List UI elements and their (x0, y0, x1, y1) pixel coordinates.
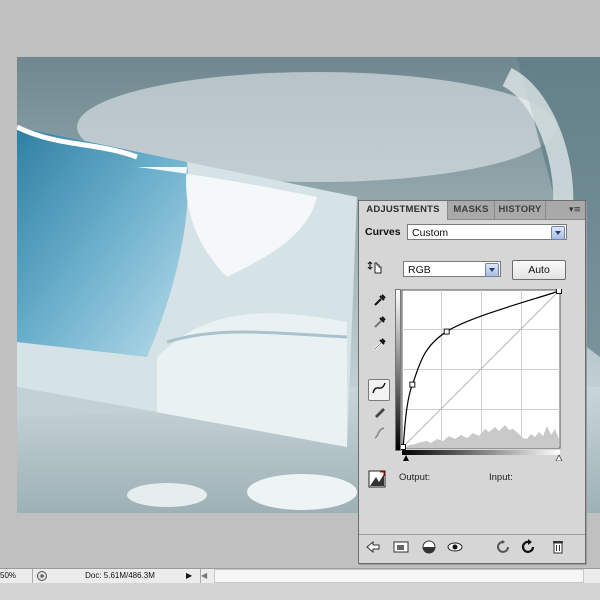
status-menu-icon[interactable] (36, 569, 50, 583)
tab-adjustments[interactable]: ADJUSTMENTS (359, 201, 448, 220)
black-input-slider[interactable] (403, 455, 409, 461)
back-arrow-icon[interactable] (365, 539, 381, 555)
clip-to-layer-icon[interactable] (421, 539, 437, 555)
chevron-down-icon (551, 226, 565, 240)
document-size-info: Doc: 5.61M/486.3M (85, 571, 155, 580)
white-point-eyedropper-icon[interactable] (371, 337, 389, 355)
output-label: Output: (399, 472, 431, 483)
curves-graph[interactable] (401, 289, 563, 461)
input-label: Input: (489, 472, 513, 483)
horizontal-scrollbar[interactable] (214, 569, 584, 583)
gray-point-eyedropper-icon[interactable] (371, 315, 389, 333)
tab-masks[interactable]: MASKS (448, 201, 495, 219)
status-bar: 50% Doc: 5.61M/486.3M ▶ ◀ (0, 568, 600, 583)
curve-point-tool-icon[interactable] (368, 379, 390, 401)
clipping-warning-icon[interactable] (367, 469, 387, 489)
channel-dropdown[interactable]: RGB (403, 261, 501, 277)
input-gradient-bar (402, 450, 560, 455)
previous-state-icon[interactable] (496, 539, 512, 555)
panel-tab-bar: ADJUSTMENTS MASKS HISTORY ▾≡ (359, 201, 585, 220)
preset-dropdown[interactable]: Custom (407, 224, 567, 240)
adjustment-type-label: Curves (365, 226, 401, 238)
scroll-left-icon[interactable]: ◀ (200, 569, 213, 583)
black-point-eyedropper-icon[interactable] (371, 293, 389, 311)
channel-value: RGB (408, 264, 431, 276)
reset-icon[interactable] (521, 539, 537, 555)
adjustments-panel: ADJUSTMENTS MASKS HISTORY ▾≡ Curves Cust… (358, 200, 586, 564)
visibility-eye-icon[interactable] (447, 539, 463, 555)
curve-control-point[interactable] (409, 381, 416, 388)
auto-button[interactable]: Auto (512, 260, 566, 280)
white-input-slider[interactable] (555, 454, 563, 461)
panel-menu-icon[interactable]: ▾≡ (568, 203, 582, 217)
pencil-tool-icon[interactable] (371, 404, 389, 422)
output-gradient-bar (395, 289, 401, 451)
bottom-strip (0, 583, 600, 600)
chevron-down-icon (485, 263, 499, 277)
tab-history[interactable]: HISTORY (495, 201, 546, 219)
smooth-curve-icon[interactable] (371, 426, 389, 444)
curve-control-point[interactable] (443, 328, 450, 335)
expand-view-icon[interactable] (393, 539, 409, 555)
trash-icon[interactable] (550, 539, 566, 555)
zoom-level[interactable]: 50% (0, 569, 33, 583)
curve-control-point[interactable] (401, 444, 406, 450)
hand-target-icon[interactable] (367, 259, 385, 277)
status-arrow-icon[interactable]: ▶ (186, 569, 198, 583)
preset-value: Custom (412, 227, 449, 239)
curve-control-point[interactable] (556, 289, 562, 294)
footer-divider (359, 534, 585, 535)
